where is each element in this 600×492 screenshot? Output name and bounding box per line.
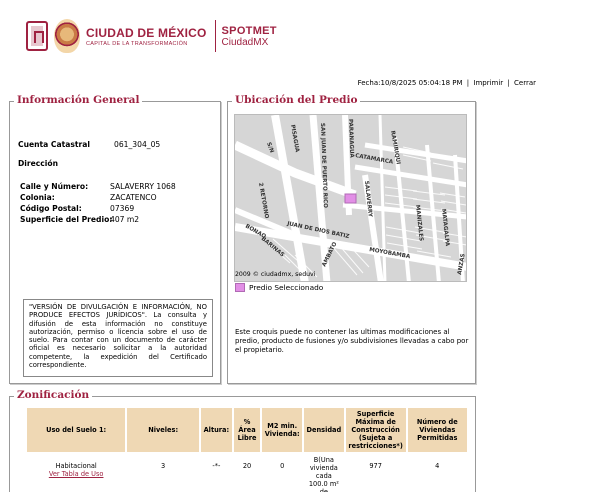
header-uso: Uso del Suelo 1: xyxy=(27,408,126,452)
cp-value: 07369 xyxy=(110,204,135,213)
uso-value: Habitacional xyxy=(55,462,97,470)
map-disclaimer: Este croquis puede no contener las ultim… xyxy=(235,328,469,354)
cuenta-value: 061_304_05 xyxy=(114,140,161,149)
direccion-label: Dirección xyxy=(18,159,59,168)
calle-label: Calle y Número: xyxy=(20,182,89,191)
top-toolbar: Fecha:10/8/2025 05:04:18 PM | Imprimir |… xyxy=(358,79,536,87)
cell-densidad: B(Una vivienda cada 100.0 m² de terreno) xyxy=(308,456,339,492)
location-legend: Ubicación del Predio xyxy=(232,94,361,106)
org-title: CIUDAD DE MÉXICO xyxy=(86,25,207,40)
selected-lot-swatch xyxy=(235,283,245,292)
cell-superficie: 977 xyxy=(369,462,382,470)
map-canvas: PISAGUA SAN JUAN DE PUERTO RICO PARANAGU… xyxy=(235,115,466,281)
separator: | xyxy=(507,79,510,87)
superficie-value: 407 m2 xyxy=(110,215,140,224)
superficie-row: Superficie del Predio: 407 m2 xyxy=(20,215,139,224)
cuenta-row: Cuenta Catastral 061_304_05 xyxy=(18,140,160,149)
colonia-row: Colonia: ZACATENCO xyxy=(20,193,157,202)
header-superficie: Superficie Máxima de Construcción (Sujet… xyxy=(345,408,406,452)
site-header: CIUDAD DE MÉXICO CAPITAL DE LA TRANSFORM… xyxy=(26,16,277,56)
calle-row: Calle y Número: SALAVERRY 1068 xyxy=(20,182,176,191)
cuenta-label: Cuenta Catastral xyxy=(18,140,91,149)
selected-lot-label: Predio Seleccionado xyxy=(249,283,324,292)
org-subtitle: CAPITAL DE LA TRANSFORMACIÓN xyxy=(86,40,188,47)
zoning-table: Uso del Suelo 1: Niveles: Altura: % Área… xyxy=(25,406,469,492)
cdmx-logo-icon xyxy=(26,21,48,51)
header-densidad: Densidad xyxy=(304,408,344,452)
close-link[interactable]: Cerrar xyxy=(514,79,536,87)
location-map[interactable]: PISAGUA SAN JUAN DE PUERTO RICO PARANAGU… xyxy=(234,114,467,282)
cp-label: Código Postal: xyxy=(20,204,82,213)
general-info-legend: Información General xyxy=(14,94,143,106)
legal-notice: "VERSIÓN DE DIVULGACIÓN E INFORMACIÓN, N… xyxy=(23,299,213,377)
superficie-label: Superficie del Predio: xyxy=(20,215,113,224)
app-subtitle: CiudadMX xyxy=(221,36,269,48)
cell-m2-min: 0 xyxy=(280,462,285,470)
header-altura: Altura: xyxy=(201,408,232,452)
general-info-panel: Información General Cuenta Catastral 061… xyxy=(9,94,221,384)
table-row: Habitacional Ver Tabla de Uso 3 -*- 20 0… xyxy=(27,454,467,492)
colonia-value: ZACATENCO xyxy=(110,193,157,202)
header-area-libre: % Área Libre xyxy=(233,408,261,452)
cell-viviendas: 4 xyxy=(435,462,440,470)
org-branding: CIUDAD DE MÉXICO CAPITAL DE LA TRANSFORM… xyxy=(86,20,216,52)
header-m2-min: M2 min. Vivienda: xyxy=(262,408,303,452)
print-link[interactable]: Imprimir xyxy=(473,79,503,87)
cell-altura: -*- xyxy=(212,462,221,470)
zoning-panel: Zonificación Uso del Suelo 1: Niveles: A… xyxy=(9,389,476,492)
table-header-row: Uso del Suelo 1: Niveles: Altura: % Área… xyxy=(27,408,467,452)
header-viviendas: Número de Viviendas Permitidas xyxy=(407,408,467,452)
ver-tabla-uso-link[interactable]: Ver Tabla de Uso xyxy=(29,470,123,478)
cell-niveles: 3 xyxy=(161,462,166,470)
direccion-row: Dirección xyxy=(18,159,58,168)
location-panel: Ubicación del Predio PISAGUA SAN JUAN DE… xyxy=(227,94,476,384)
selected-lot xyxy=(344,193,357,204)
cell-area-libre: 20 xyxy=(242,462,252,470)
header-niveles: Niveles: xyxy=(127,408,199,452)
cp-row: Código Postal: 07369 xyxy=(20,204,134,213)
separator: | xyxy=(466,79,470,87)
map-copyright: 2009 © ciudadmx, seduvi xyxy=(235,271,316,278)
cell-uso: Habitacional Ver Tabla de Uso xyxy=(27,454,125,492)
crest-icon xyxy=(54,19,80,53)
zoning-legend: Zonificación xyxy=(14,389,93,401)
colonia-label: Colonia: xyxy=(20,193,55,202)
calle-value: SALAVERRY 1068 xyxy=(110,182,176,191)
date-stamp: Fecha:10/8/2025 05:04:18 PM xyxy=(357,79,463,87)
app-branding: SPOTMET CiudadMX xyxy=(216,20,277,52)
app-title: SPOTMET xyxy=(221,24,277,37)
